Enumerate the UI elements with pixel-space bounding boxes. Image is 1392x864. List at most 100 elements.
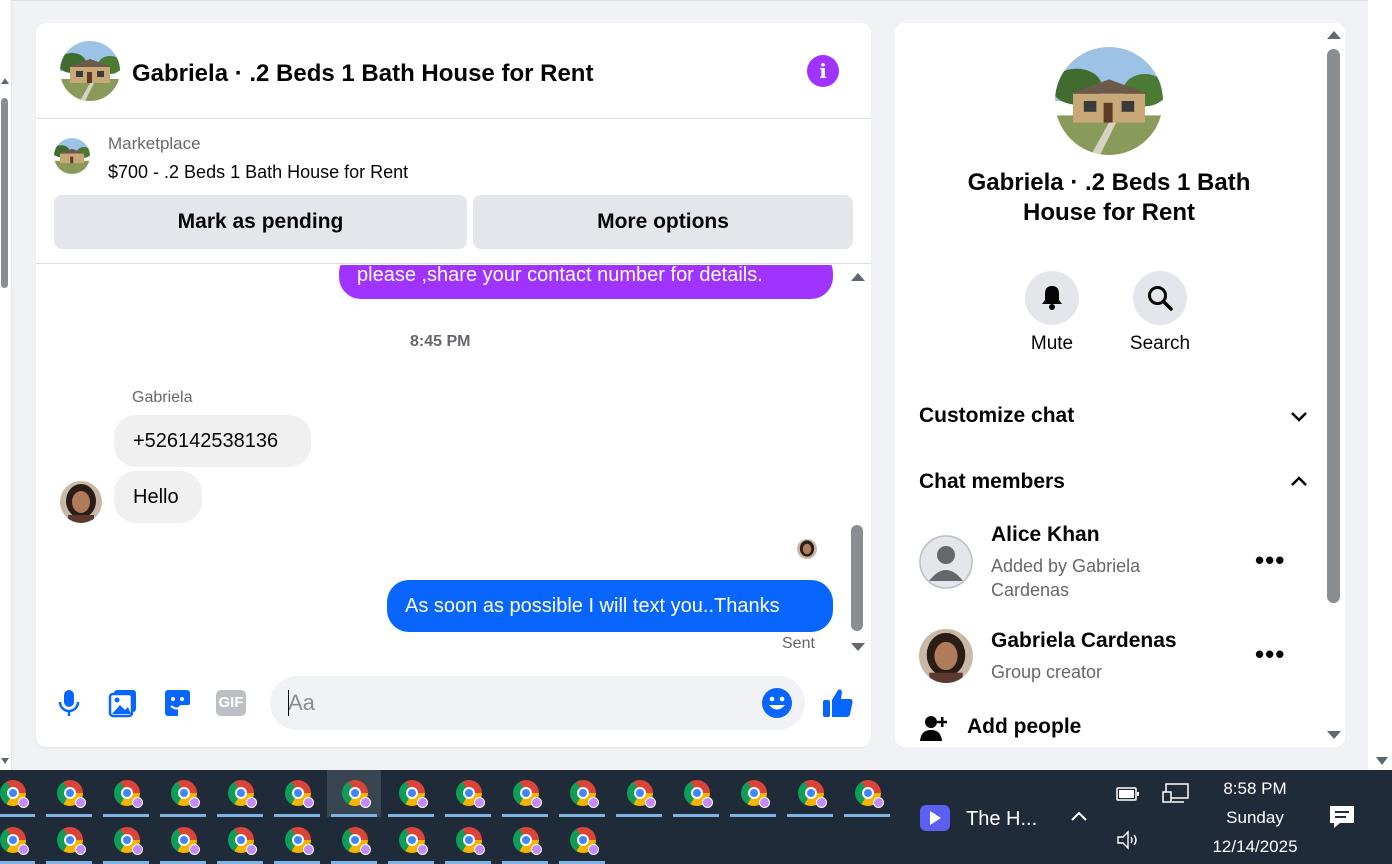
gallery-icon[interactable] [107, 687, 139, 719]
microphone-icon[interactable] [53, 687, 85, 719]
taskbar-chrome-window[interactable] [213, 817, 267, 864]
chrome-icon [0, 780, 29, 808]
message-composer: GIF [36, 663, 871, 747]
sender-avatar[interactable] [60, 481, 102, 523]
notifications-icon[interactable] [1328, 804, 1356, 830]
chat-title[interactable]: Gabriela · .2 Beds 1 Bath House for Rent [132, 60, 593, 88]
show-hidden-icons-chevron-icon[interactable] [1070, 808, 1088, 826]
taskbar-chrome-window[interactable] [42, 770, 96, 817]
scroll-down-arrow-icon[interactable] [1376, 757, 1388, 765]
taskbar-chrome-window[interactable] [384, 770, 438, 817]
scrollbar-thumb[interactable] [1, 98, 8, 288]
taskbar-app-label: The H... [966, 808, 1038, 830]
chrome-icon [171, 827, 200, 855]
message-list[interactable]: please ,share your contact number for de… [36, 265, 871, 661]
taskbar-chrome-window[interactable] [270, 817, 324, 864]
group-avatar[interactable] [1055, 47, 1163, 155]
add-people-button[interactable]: Add people [919, 711, 1219, 745]
chrome-icon [228, 780, 257, 808]
taskbar-chrome-window[interactable] [441, 770, 495, 817]
chat-panel: Gabriela · .2 Beds 1 Bath House for Rent… [36, 23, 871, 747]
search-button[interactable] [1133, 271, 1187, 325]
sticker-icon[interactable] [161, 687, 193, 719]
outgoing-message[interactable]: please ,share your contact number for de… [339, 265, 833, 299]
taskbar-chrome-window[interactable] [327, 817, 381, 864]
taskbar-chrome-window[interactable] [726, 770, 780, 817]
member-name: Alice Khan [991, 523, 1100, 546]
taskbar-chrome-window[interactable] [0, 770, 39, 817]
incoming-message[interactable]: Hello [114, 471, 202, 523]
listing-thumbnail[interactable] [54, 138, 90, 174]
scroll-up-arrow-icon[interactable] [1, 78, 9, 84]
clock-day[interactable]: Sunday [1195, 808, 1315, 828]
emoji-icon[interactable] [761, 687, 793, 719]
message-scrollbar[interactable] [848, 265, 868, 661]
battery-icon[interactable] [1116, 786, 1140, 802]
taskbar-chrome-window[interactable] [213, 770, 267, 817]
chat-avatar[interactable] [60, 41, 120, 101]
chrome-icon [342, 780, 371, 808]
mute-button[interactable] [1025, 271, 1079, 325]
info-icon[interactable]: i [807, 55, 839, 87]
chrome-icon [114, 780, 143, 808]
member-options-icon[interactable]: ••• [1255, 545, 1285, 576]
volume-icon[interactable] [1116, 830, 1140, 850]
listing-title[interactable]: $700 - .2 Beds 1 Bath House for Rent [108, 162, 408, 183]
clock-date[interactable]: 12/14/2025 [1195, 837, 1315, 857]
taskbar-chrome-window[interactable] [0, 817, 39, 864]
customize-chat-section[interactable]: Customize chat [919, 396, 1309, 436]
taskbar-chrome-window[interactable] [498, 770, 552, 817]
chrome-icon [0, 827, 29, 855]
gif-icon[interactable]: GIF [216, 690, 246, 716]
message-input-container[interactable] [270, 676, 805, 730]
taskbar-chrome-window[interactable] [384, 817, 438, 864]
taskbar-chrome-window[interactable] [669, 770, 723, 817]
scroll-up-arrow-icon[interactable] [1327, 31, 1341, 39]
search-icon [1148, 286, 1173, 311]
taskbar-chrome-window[interactable] [42, 817, 96, 864]
taskbar-chrome-window[interactable] [327, 770, 381, 817]
outgoing-message[interactable]: As soon as possible I will text you..Tha… [387, 580, 833, 632]
taskbar-chrome-window[interactable] [441, 817, 495, 864]
taskbar-chrome-window[interactable] [270, 770, 324, 817]
taskbar-zoom-app[interactable]: The H... [908, 794, 1058, 841]
member-row[interactable]: Alice Khan Added by Gabriela Cardenas ••… [919, 521, 1309, 605]
details-scrollbar[interactable] [1324, 23, 1344, 747]
text-caret [288, 690, 289, 716]
windows-taskbar: The H... 8:58 PM Sunday 12/14/2025 [0, 770, 1392, 864]
chat-members-section[interactable]: Chat members [919, 462, 1309, 502]
house-photo-icon [1055, 47, 1163, 155]
taskbar-chrome-window[interactable] [612, 770, 666, 817]
taskbar-chrome-window[interactable] [99, 770, 153, 817]
person-photo-icon [919, 629, 973, 683]
taskbar-chrome-window[interactable] [498, 817, 552, 864]
scroll-down-arrow-icon[interactable] [1, 758, 9, 764]
chrome-icon [114, 827, 143, 855]
message-input[interactable] [288, 688, 748, 718]
member-row[interactable]: Gabriela Cardenas Group creator ••• [919, 627, 1309, 687]
like-icon[interactable] [820, 685, 856, 721]
more-options-button[interactable]: More options [473, 195, 853, 249]
search-label: Search [1129, 333, 1191, 354]
scroll-down-arrow-icon[interactable] [851, 643, 865, 651]
taskbar-chrome-window[interactable] [99, 817, 153, 864]
network-icon[interactable] [1162, 782, 1190, 804]
taskbar-chrome-window[interactable] [555, 817, 609, 864]
scrollbar-thumb[interactable] [1327, 49, 1340, 603]
clock-time[interactable]: 8:58 PM [1195, 779, 1315, 799]
scroll-up-arrow-icon[interactable] [851, 273, 865, 281]
scrollbar-thumb[interactable] [851, 525, 863, 631]
incoming-message[interactable]: +526142538136 [114, 415, 311, 467]
chrome-icon [513, 780, 542, 808]
member-subtitle: Group creator [991, 662, 1103, 682]
member-options-icon[interactable]: ••• [1255, 639, 1285, 670]
taskbar-chrome-window[interactable] [840, 770, 894, 817]
mark-as-pending-button[interactable]: Mark as pending [54, 195, 467, 249]
mute-label: Mute [1030, 333, 1074, 354]
taskbar-chrome-window[interactable] [156, 817, 210, 864]
taskbar-chrome-window[interactable] [555, 770, 609, 817]
add-person-icon [920, 716, 947, 741]
taskbar-chrome-window[interactable] [783, 770, 837, 817]
taskbar-chrome-window[interactable] [156, 770, 210, 817]
scroll-down-arrow-icon[interactable] [1327, 731, 1341, 739]
